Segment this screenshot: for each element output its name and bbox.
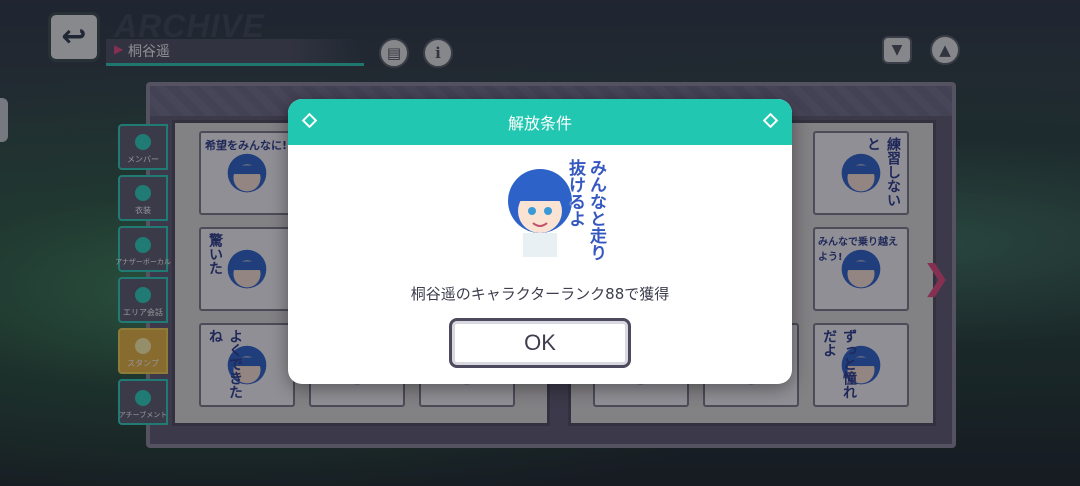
dialog-header: 解放条件	[288, 99, 792, 145]
unlock-condition-text: 桐谷遥のキャラクターランク88で獲得	[410, 285, 670, 303]
stamp-preview-caption: みんなと走り抜けるよ	[565, 159, 606, 261]
dialog-title: 解放条件	[507, 114, 572, 133]
unlock-condition-dialog: 解放条件 みんなと走り抜けるよ 桐谷遥のキャラクターランク88で獲得 OK	[288, 99, 792, 384]
diamond-ornament-icon	[762, 112, 779, 129]
ok-button[interactable]: OK	[449, 318, 631, 368]
diamond-ornament-icon	[301, 112, 318, 129]
